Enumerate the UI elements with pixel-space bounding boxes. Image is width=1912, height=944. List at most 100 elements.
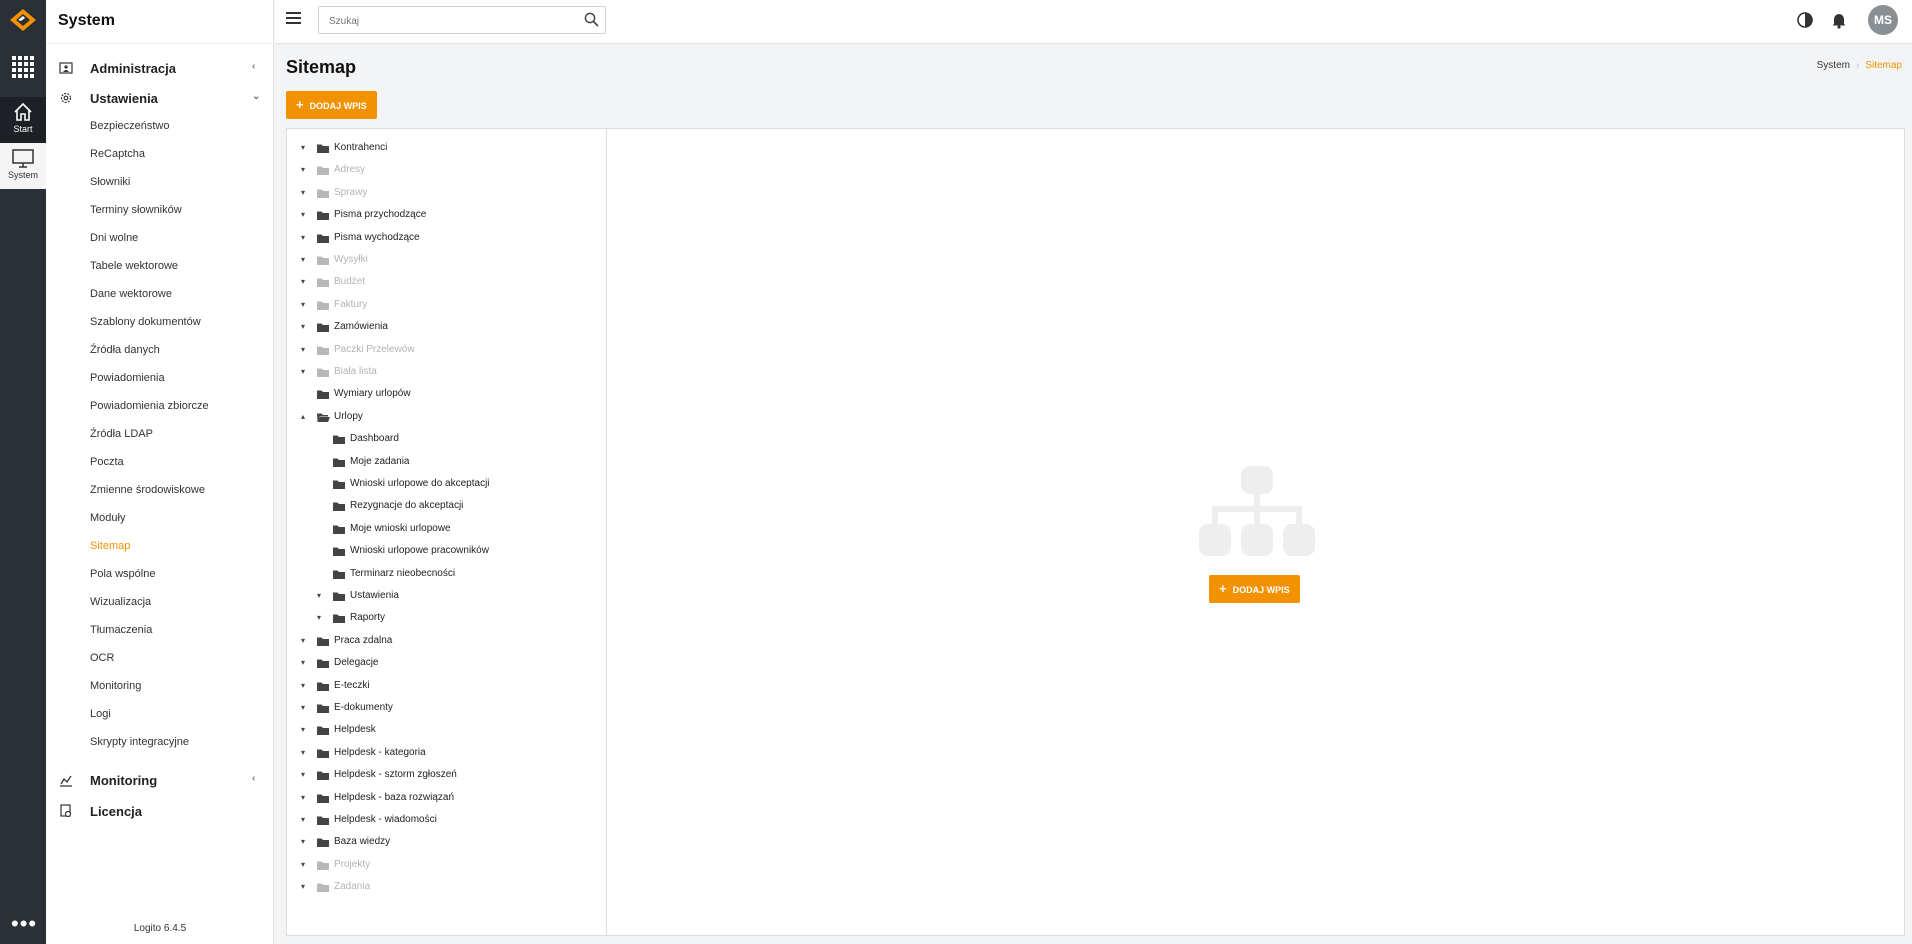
sidebar-group-monitoring[interactable]: Monitoring ‹	[46, 768, 274, 792]
folder-icon	[333, 502, 345, 512]
tree-node-label: Pisma wychodzące	[334, 231, 420, 243]
tree-toggle-icon[interactable]: ▾	[301, 658, 309, 667]
rail-item-label: System	[7, 170, 38, 180]
folder-icon	[317, 368, 329, 377]
sidebar-item-wizualizacja[interactable]: Wizualizacja	[90, 596, 151, 608]
tree-node-label: Wnioski urlopowe pracowników	[350, 545, 489, 557]
folder-icon	[317, 278, 329, 288]
sidebar-item-dane-wektorowe[interactable]: Dane wektorowe	[90, 288, 172, 300]
tree-toggle-icon[interactable]: ▾	[301, 770, 309, 779]
sidebar-item-logi[interactable]: Logi	[90, 708, 111, 720]
folder-icon	[317, 301, 329, 310]
folder-icon	[317, 144, 329, 153]
sidebar-item-słowniki[interactable]: Słowniki	[90, 176, 130, 188]
tree-toggle-icon[interactable]: ▾	[301, 255, 309, 264]
rail-item-start[interactable]: Start	[0, 97, 46, 143]
tree-toggle-icon[interactable]: ▾	[301, 345, 309, 354]
tree-toggle-icon[interactable]: ▾	[317, 591, 325, 600]
sidebar-item-recaptcha[interactable]: ReCaptcha	[90, 148, 145, 160]
sidebar-item-dni-wolne[interactable]: Dni wolne	[90, 232, 138, 244]
bell-icon[interactable]	[1830, 11, 1848, 29]
sidebar-item-powiadomienia[interactable]: Powiadomienia	[90, 372, 165, 384]
tree-node-label: Budżet	[334, 276, 366, 288]
sidebar-item-pola-wspólne[interactable]: Pola wspólne	[90, 568, 155, 580]
folder-icon	[333, 435, 345, 445]
folder-icon	[317, 189, 329, 198]
tree-toggle-icon[interactable]: ▾	[301, 725, 309, 734]
add-entry-label: DODAJ WPIS	[309, 101, 367, 111]
folder-icon	[317, 390, 329, 400]
sidebar-item-ocr[interactable]: OCR	[90, 652, 114, 664]
tree-toggle-icon[interactable]: ▾	[301, 636, 309, 645]
search-icon[interactable]	[584, 12, 599, 27]
tree-toggle-icon[interactable]: ▾	[301, 793, 309, 802]
sidebar-item-źródła-ldap[interactable]: Źródła LDAP	[90, 428, 153, 440]
tree-toggle-icon[interactable]: ▾	[301, 300, 309, 309]
sidebar-item-tabele-wektorowe[interactable]: Tabele wektorowe	[90, 260, 178, 272]
folder-icon	[333, 458, 345, 467]
tree-node-label: Helpdesk - wiadomości	[334, 814, 437, 825]
sidebar-group-ustawienia[interactable]: Ustawienia ⌄	[46, 86, 274, 110]
license-icon	[60, 804, 72, 818]
tree-toggle-icon[interactable]: ▾	[301, 165, 309, 174]
sidebar-item-powiadomienia-zbiorcze[interactable]: Powiadomienia zbiorcze	[90, 400, 209, 412]
sidebar-group-administracja[interactable]: Administracja ‹	[46, 56, 274, 80]
tree-toggle-icon[interactable]: ▾	[301, 703, 309, 712]
folder-icon	[333, 614, 345, 624]
sidebar-item-szablony-dokumentów[interactable]: Szablony dokumentów	[90, 316, 201, 328]
hamburger-menu-icon[interactable]	[286, 12, 301, 24]
breadcrumb-item-system[interactable]: System	[1817, 60, 1850, 71]
empty-add-entry-button[interactable]: + DODAJ WPIS	[1209, 575, 1300, 603]
tree-node-label: Delegacje	[334, 657, 379, 669]
folder-icon	[317, 166, 329, 176]
search-input[interactable]	[327, 13, 577, 29]
sidebar-item-skrypty-integracyjne[interactable]: Skrypty integracyjne	[90, 736, 189, 748]
tree-toggle-icon[interactable]: ▾	[301, 143, 309, 152]
tree-node-label: Rezygnacje do akceptacji	[350, 500, 464, 512]
tree-toggle-icon[interactable]: ▾	[301, 322, 309, 331]
sidebar-item-sitemap[interactable]: Sitemap	[90, 540, 130, 552]
tree-node-label: Projekty	[334, 858, 371, 870]
tree-toggle-icon[interactable]: ▾	[301, 748, 309, 757]
tree-toggle-icon[interactable]: ▾	[301, 837, 309, 846]
page-title: Sitemap	[286, 57, 357, 77]
sidebar-item-monitoring[interactable]: Monitoring	[90, 680, 141, 692]
tree-toggle-icon[interactable]: ▾	[301, 367, 309, 376]
apps-grid-icon[interactable]	[12, 56, 34, 78]
gear-icon	[60, 92, 72, 104]
sidebar-item-bezpieczeństwo[interactable]: Bezpieczeństwo	[90, 120, 170, 132]
sidebar-item-moduły[interactable]: Moduły	[90, 512, 125, 524]
tree-toggle-icon[interactable]: ▾	[301, 882, 309, 891]
home-icon	[14, 102, 32, 121]
folder-icon	[317, 861, 329, 870]
add-entry-button[interactable]: + DODAJ WPIS	[286, 91, 377, 119]
user-avatar[interactable]: MS	[1868, 5, 1898, 35]
tree-toggle-icon[interactable]: ▾	[301, 188, 309, 197]
more-dots-icon[interactable]: •••	[11, 913, 37, 935]
tree-toggle-icon[interactable]: ▾	[301, 681, 309, 690]
tree-node-label: Wnioski urlopowe do akceptacji	[350, 478, 490, 489]
contrast-toggle-icon[interactable]	[1796, 11, 1814, 29]
tree-toggle-icon[interactable]: ▾	[301, 860, 309, 869]
tree-toggle-icon[interactable]: ▾	[301, 210, 309, 219]
sidebar-group-label: Licencja	[90, 804, 143, 819]
sitemap-tree-panel: ▾ Kontrahenci ▾ Adresy ▾ Sprawy ▾ Pisma przycho…	[286, 128, 607, 936]
rail-item-label: Start	[13, 124, 33, 134]
tree-toggle-icon[interactable]: ▾	[301, 233, 309, 242]
sidebar-item-terminy-słowników[interactable]: Terminy słowników	[90, 204, 182, 216]
tree-toggle-icon[interactable]: ▾	[301, 277, 309, 286]
tree-node-label: Paczki Przelewów	[334, 343, 415, 355]
rail-item-system[interactable]: System	[0, 143, 46, 189]
sidebar-item-źródła-danych[interactable]: Źródła danych	[90, 344, 160, 356]
folder-icon	[317, 346, 329, 355]
tree-toggle-icon[interactable]: ▾	[301, 815, 309, 824]
tree-toggle-icon[interactable]: ▾	[317, 613, 325, 622]
tree-node-label: Terminarz nieobecności	[350, 567, 456, 579]
tree-toggle-icon[interactable]: ▴	[301, 412, 309, 421]
sidebar-item-poczta[interactable]: Poczta	[90, 456, 124, 468]
logito-logo-icon[interactable]	[9, 8, 37, 32]
folder-icon	[333, 547, 345, 557]
sidebar-item-zmienne-środowiskowe[interactable]: Zmienne środowiskowe	[90, 484, 205, 496]
sidebar-group-licencja[interactable]: Licencja	[46, 799, 274, 823]
sidebar-item-tłumaczenia[interactable]: Tłumaczenia	[90, 624, 152, 636]
